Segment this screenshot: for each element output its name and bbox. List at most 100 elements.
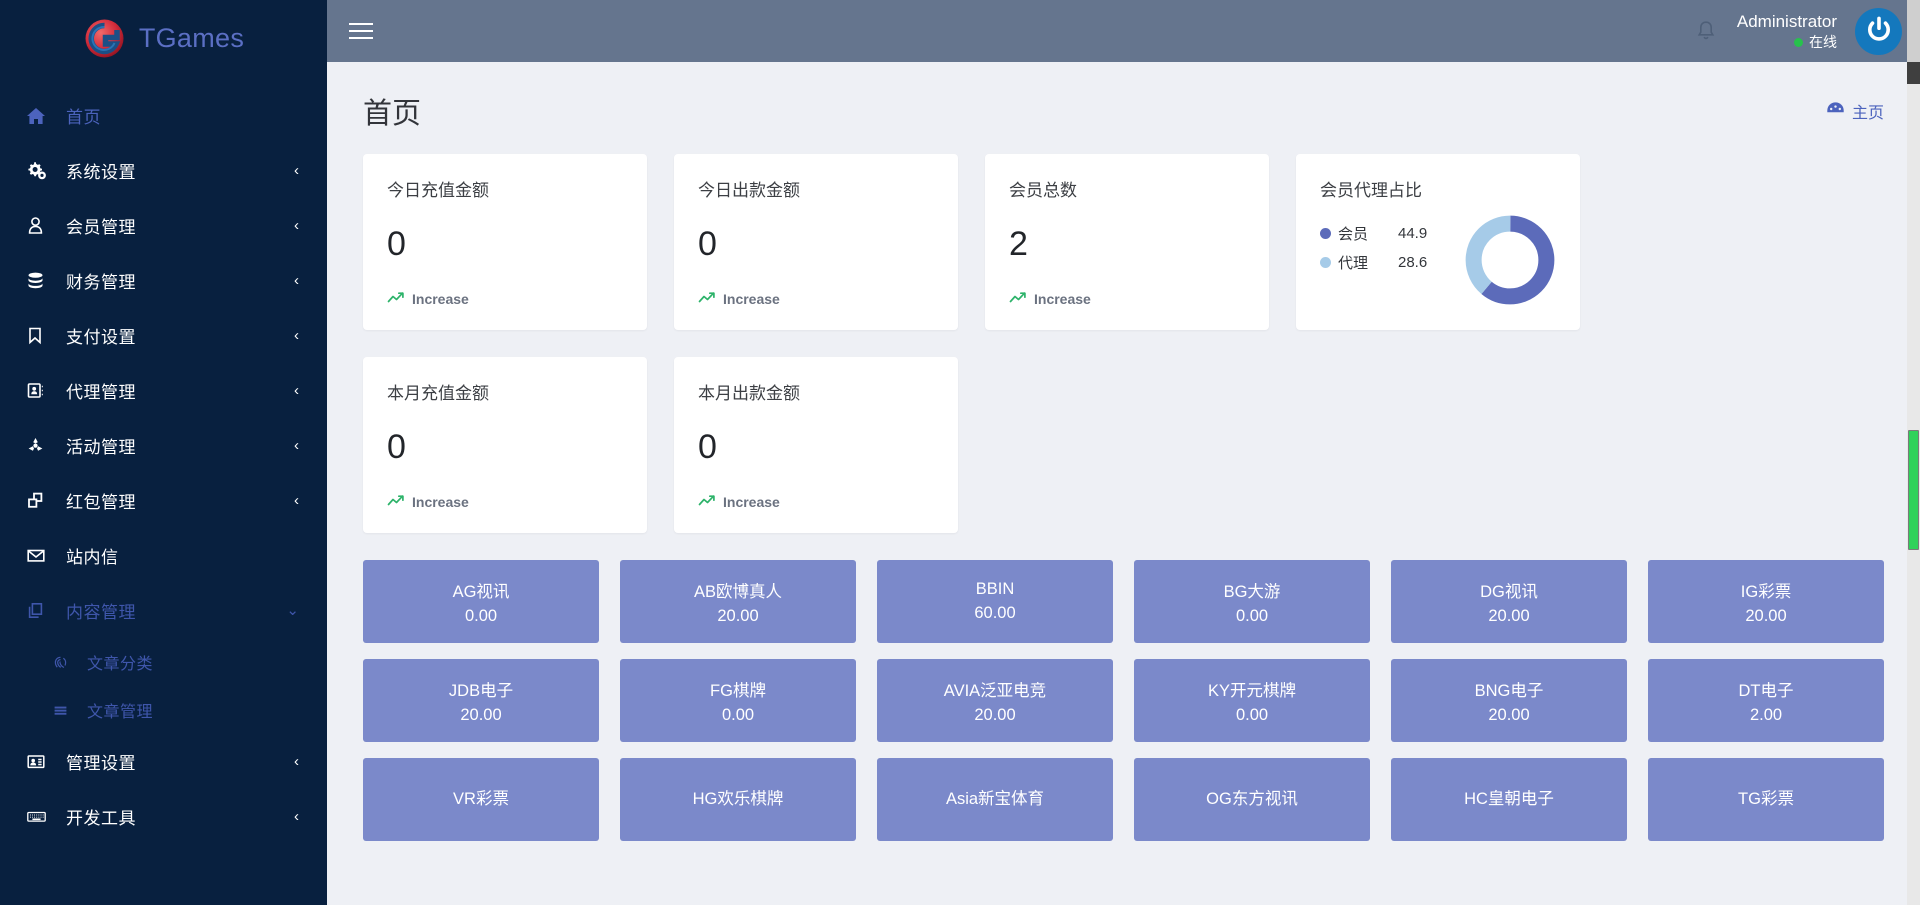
sidebar-item-redpacket-management[interactable]: 红包管理 ‹ (0, 473, 327, 528)
sidebar-item-activity-management[interactable]: 活动管理 ‹ (0, 418, 327, 473)
game-tile[interactable]: HG欢乐棋牌 (620, 758, 856, 841)
stat-card-value: 2 (1009, 227, 1245, 261)
copy-icon (26, 601, 56, 620)
sidebar-item-inbox[interactable]: 站内信 (0, 528, 327, 583)
legend-color-swatch (1320, 257, 1331, 268)
user-info[interactable]: Administrator 在线 (1737, 11, 1837, 52)
dashboard-icon (1826, 100, 1845, 122)
chart-title: 会员代理占比 (1320, 176, 1556, 201)
sidebar-item-dev-tools[interactable]: 开发工具 ‹ (0, 789, 327, 844)
contact-card-icon (26, 752, 56, 771)
game-tile-name: DG视讯 (1480, 578, 1538, 602)
game-tile[interactable]: KY开元棋牌 0.00 (1134, 659, 1370, 742)
game-tile[interactable]: AVIA泛亚电竞20.00 (877, 659, 1113, 742)
sidebar-subitem-label: 文章管理 (87, 698, 153, 722)
chevron-left-icon: ‹ (294, 383, 299, 398)
legend-color-swatch (1320, 228, 1331, 239)
chevron-left-icon: ‹ (294, 809, 299, 824)
game-tile[interactable]: BBIN60.00 (877, 560, 1113, 643)
game-tile[interactable]: Asia新宝体育 (877, 758, 1113, 841)
bookmark-icon (26, 326, 56, 345)
game-tile-value: 20.00 (1745, 607, 1786, 626)
power-icon (1862, 12, 1896, 51)
sidebar-subitem-article-management[interactable]: 文章管理 (0, 686, 327, 734)
game-tile[interactable]: JDB电子20.00 (363, 659, 599, 742)
breadcrumb[interactable]: 主页 (1826, 99, 1884, 123)
game-tile[interactable]: TG彩票 (1648, 758, 1884, 841)
sidebar-item-system-settings[interactable]: 系统设置 ‹ (0, 143, 327, 198)
game-tile[interactable]: FG棋牌0.00 (620, 659, 856, 742)
stat-card-trend: Increase (387, 494, 623, 510)
game-tile[interactable]: DG视讯20.00 (1391, 560, 1627, 643)
sidebar-item-label: 会员管理 (66, 213, 136, 238)
sidebar-item-label: 红包管理 (66, 488, 136, 513)
stats-row-1: 今日充值金额 0 Increase 今日出款金额 0 (363, 154, 1884, 330)
sidebar-item-finance-management[interactable]: 财务管理 ‹ (0, 253, 327, 308)
game-tile-value: 0.00 (465, 607, 497, 626)
stat-card-value: 0 (698, 227, 934, 261)
brand-name: TGames (139, 23, 244, 54)
chevron-left-icon: ‹ (294, 218, 299, 233)
sidebar-item-content-management[interactable]: 内容管理 ⌄ (0, 583, 327, 638)
bell-icon[interactable] (1693, 18, 1719, 44)
stat-card-month-withdraw: 本月出款金额 0 Increase (674, 357, 958, 533)
chevron-left-icon: ‹ (294, 163, 299, 178)
id-card-icon (26, 381, 56, 400)
user-status: 在线 (1737, 34, 1837, 52)
scrollbar-top-cap (1907, 62, 1920, 84)
game-tile-name: HG欢乐棋牌 (693, 785, 784, 809)
stat-card-trend-label: Increase (412, 494, 469, 510)
chevron-left-icon: ‹ (294, 754, 299, 769)
game-tile[interactable]: BG大游0.00 (1134, 560, 1370, 643)
sidebar: TGames 首页 (0, 0, 327, 905)
game-tile-value: 0.00 (1236, 706, 1268, 725)
donut-chart (1462, 212, 1558, 313)
sidebar-item-admin-settings[interactable]: 管理设置 ‹ (0, 734, 327, 789)
legend-value: 28.6 (1398, 254, 1427, 271)
envelope-icon (26, 546, 56, 565)
stat-card-trend-label: Increase (412, 291, 469, 307)
stat-card-trend-label: Increase (723, 291, 780, 307)
game-tile-name: IG彩票 (1741, 578, 1791, 602)
sidebar-subitem-article-category[interactable]: 文章分类 (0, 638, 327, 686)
game-tile[interactable]: HC皇朝电子 (1391, 758, 1627, 841)
game-tile[interactable]: AG视讯0.00 (363, 560, 599, 643)
game-tile[interactable]: DT电子 2.00 (1648, 659, 1884, 742)
main-area: Administrator 在线 (327, 0, 1920, 905)
sidebar-item-home[interactable]: 首页 (0, 88, 327, 143)
game-tile-name: DT电子 (1739, 677, 1794, 701)
game-tile[interactable]: IG彩票 20.00 (1648, 560, 1884, 643)
stat-card-title: 今日出款金额 (698, 176, 934, 201)
stat-card-value: 0 (698, 430, 934, 464)
game-tile[interactable]: AB欧博真人20.00 (620, 560, 856, 643)
game-tile-value: 20.00 (1488, 706, 1529, 725)
game-tile-value: 60.00 (974, 604, 1015, 623)
avatar[interactable] (1855, 8, 1902, 55)
legend-value: 44.9 (1398, 225, 1427, 242)
legend-label: 会员 (1338, 223, 1398, 244)
game-tile[interactable]: VR彩票 (363, 758, 599, 841)
game-tile[interactable]: BNG电子20.00 (1391, 659, 1627, 742)
stats-row-2: 本月充值金额 0 Increase 本月出款金额 0 (363, 357, 1884, 533)
game-tile-value: 2.00 (1750, 706, 1782, 725)
game-tile[interactable]: OG东方视讯 (1134, 758, 1370, 841)
game-tile-name: KY开元棋牌 (1208, 677, 1296, 701)
database-icon (26, 271, 56, 290)
asterisk-icon (26, 436, 56, 455)
game-tile-value: 20.00 (974, 706, 1015, 725)
user-name: Administrator (1737, 11, 1837, 32)
chevron-left-icon: ‹ (294, 438, 299, 453)
sidebar-item-label: 活动管理 (66, 433, 136, 458)
brand[interactable]: TGames (0, 0, 327, 76)
page-title: 首页 (363, 90, 421, 132)
sidebar-item-member-management[interactable]: 会员管理 ‹ (0, 198, 327, 253)
trend-up-icon (387, 291, 405, 307)
sidebar-item-agent-management[interactable]: 代理管理 ‹ (0, 363, 327, 418)
hamburger-icon[interactable] (349, 14, 383, 48)
page-scrollbar-thumb[interactable] (1908, 430, 1919, 550)
scrollbar-corner (1907, 0, 1920, 62)
stat-card-today-deposit: 今日充值金额 0 Increase (363, 154, 647, 330)
sidebar-item-label: 站内信 (66, 543, 119, 568)
sidebar-item-payment-settings[interactable]: 支付设置 ‹ (0, 308, 327, 363)
sidebar-item-label: 代理管理 (66, 378, 136, 403)
